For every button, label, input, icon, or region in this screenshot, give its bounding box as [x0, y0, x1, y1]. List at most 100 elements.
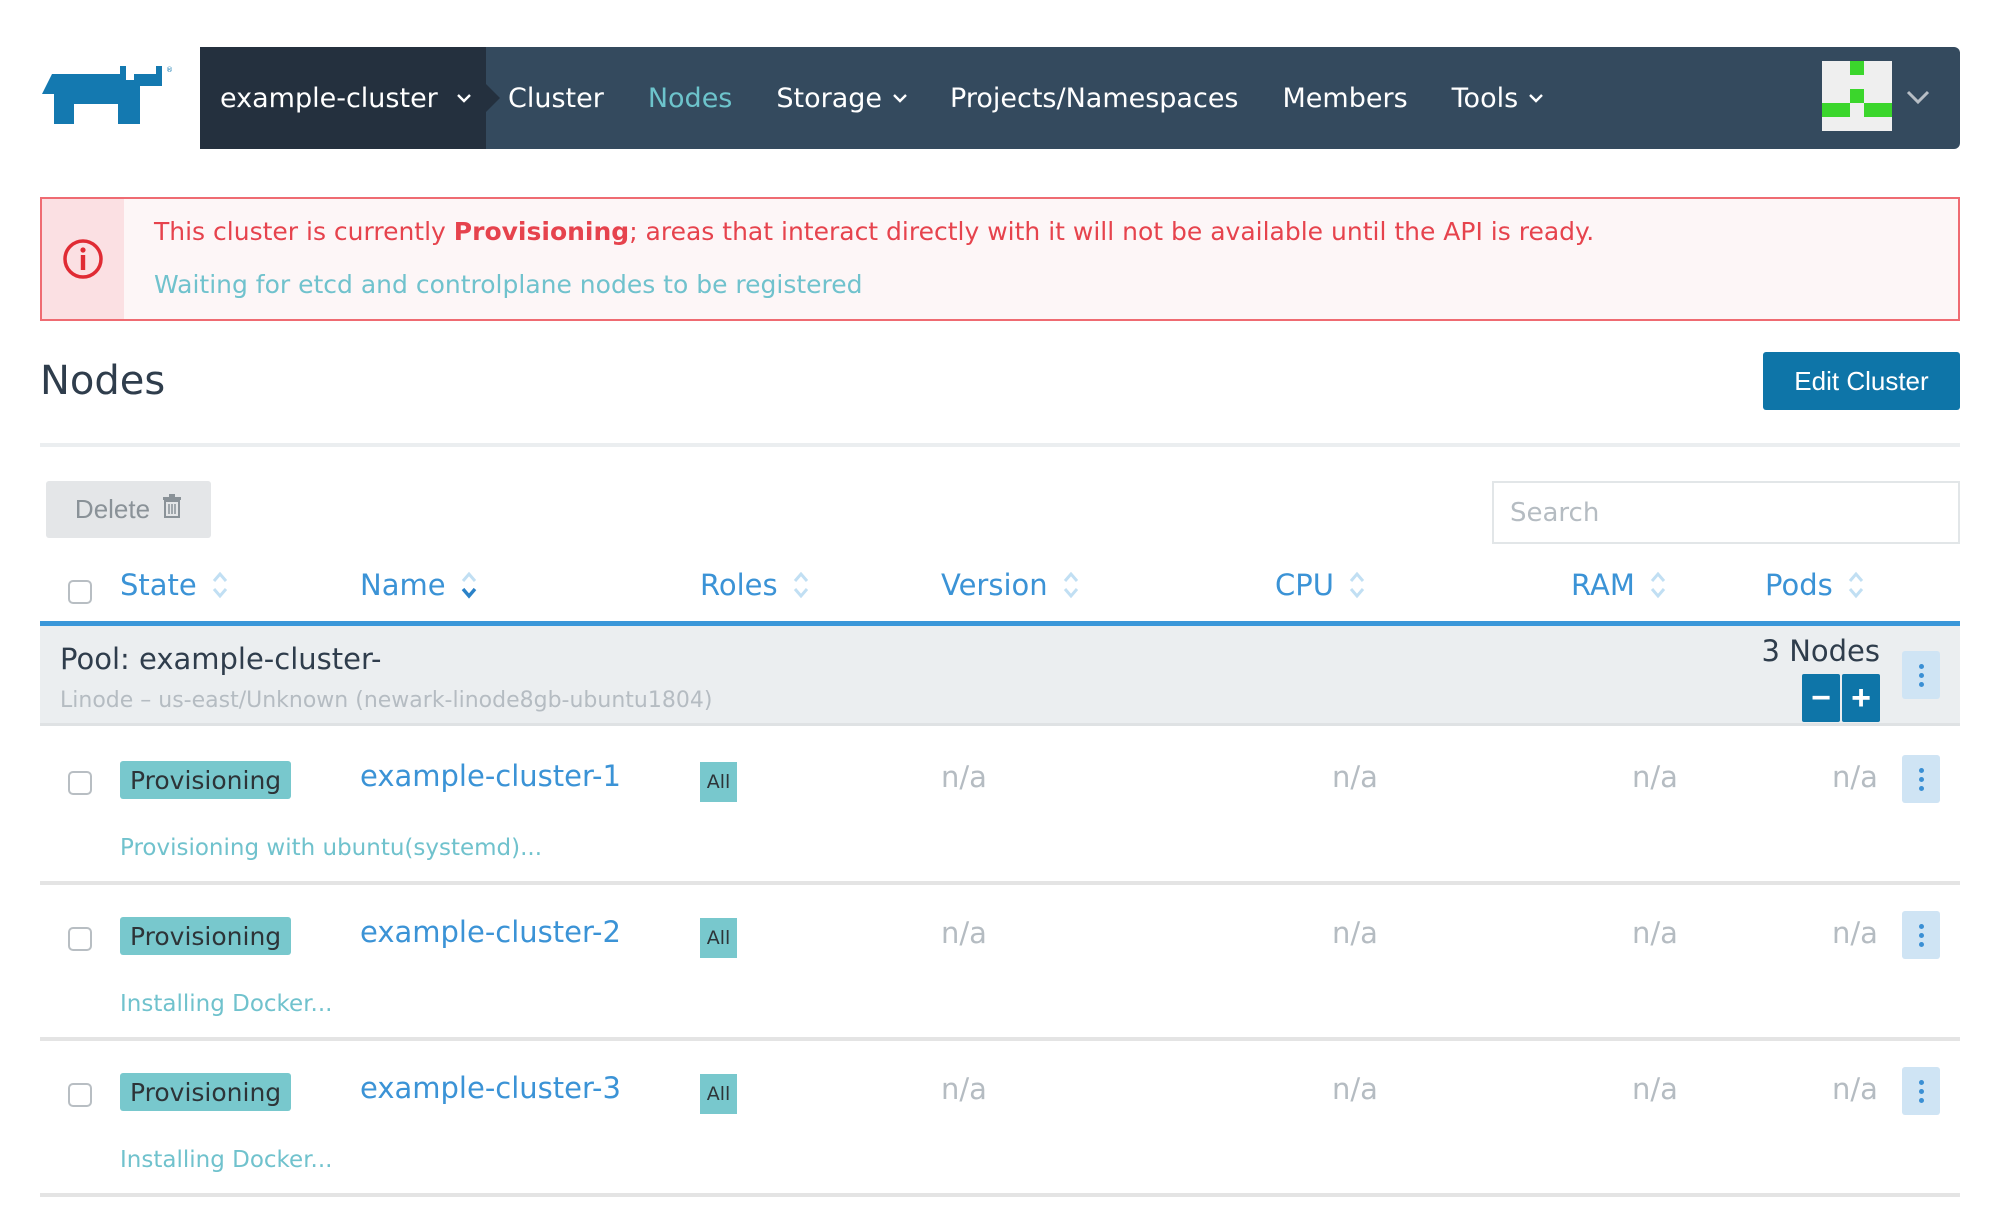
- pods-value: n/a: [1832, 916, 1878, 950]
- node-pool-row: Pool: example-cluster- Linode – us-east/…: [40, 626, 1960, 726]
- column-header-version[interactable]: Version: [941, 568, 1080, 602]
- cluster-selector[interactable]: example-cluster: [200, 47, 500, 149]
- alert-body: This cluster is currently Provisioning; …: [124, 199, 1594, 319]
- state-badge: Provisioning: [120, 917, 292, 955]
- nav-item-projects-namespaces[interactable]: Projects/Namespaces: [950, 83, 1238, 114]
- edit-cluster-button[interactable]: Edit Cluster: [1763, 352, 1960, 410]
- alert-text: This cluster is currently: [154, 217, 454, 246]
- row-checkbox[interactable]: [68, 771, 92, 795]
- column-label: Roles: [700, 568, 778, 602]
- node-name-link[interactable]: example-cluster-3: [360, 1071, 621, 1105]
- avatar-pixel: [1822, 103, 1850, 117]
- version-value: n/a: [941, 916, 987, 950]
- cpu-value: n/a: [1332, 1072, 1378, 1106]
- avatar-pixel: [1850, 89, 1864, 103]
- pool-title: Pool: example-cluster-: [60, 642, 382, 676]
- row-status-message: Installing Docker...: [120, 991, 333, 1017]
- column-label: CPU: [1275, 568, 1334, 602]
- page-title: Nodes: [40, 358, 166, 404]
- version-value: n/a: [941, 1072, 987, 1106]
- nav-item-cluster[interactable]: Cluster: [508, 83, 604, 114]
- alert-message: This cluster is currently Provisioning; …: [154, 217, 1594, 246]
- cluster-selector-label: example-cluster: [220, 82, 438, 114]
- user-avatar[interactable]: [1822, 61, 1892, 131]
- sort-icon: [1649, 569, 1667, 601]
- rancher-logo[interactable]: ®: [40, 64, 176, 130]
- row-actions-kebab-icon[interactable]: [1902, 1067, 1940, 1115]
- row-checkbox[interactable]: [68, 1083, 92, 1107]
- sort-icon: [1847, 569, 1865, 601]
- column-header-roles[interactable]: Roles: [700, 568, 810, 602]
- state-badge: Provisioning: [120, 1073, 292, 1111]
- kebab-dot: [1918, 663, 1924, 669]
- nav-item-label: Projects/Namespaces: [950, 82, 1239, 114]
- row-actions-kebab-icon[interactable]: [1902, 911, 1940, 959]
- sort-icon: [792, 569, 810, 601]
- table-row: Provisioning example-cluster-3 All n/a n…: [40, 1041, 1960, 1197]
- column-label: Version: [941, 568, 1048, 602]
- nav-item-members[interactable]: Members: [1283, 83, 1408, 114]
- role-badge: All: [700, 762, 737, 802]
- sort-descending-icon: [460, 569, 478, 601]
- nav-item-nodes[interactable]: Nodes: [648, 83, 733, 114]
- rancher-cow-logo-icon: ®: [42, 66, 173, 124]
- row-actions-kebab-icon[interactable]: [1902, 755, 1940, 803]
- nav-item-label: Members: [1282, 82, 1408, 114]
- kebab-dot: [1918, 776, 1924, 782]
- alert-detail: Waiting for etcd and controlplane nodes …: [154, 270, 863, 299]
- role-badge: All: [700, 918, 737, 958]
- user-menu-chevron-icon[interactable]: [1904, 83, 1932, 111]
- scale-up-button[interactable]: +: [1842, 674, 1880, 722]
- table-row: Provisioning example-cluster-1 All n/a n…: [40, 729, 1960, 885]
- column-header-name[interactable]: Name: [360, 568, 478, 602]
- delete-button[interactable]: Delete: [46, 481, 211, 538]
- row-status-message: Provisioning with ubuntu(systemd)...: [120, 835, 543, 861]
- kebab-dot: [1918, 785, 1924, 791]
- alert-text: ; areas that interact directly with it w…: [629, 217, 1595, 246]
- nav-item-label: Cluster: [508, 82, 604, 114]
- column-header-state[interactable]: State: [120, 568, 229, 602]
- scale-down-button[interactable]: −: [1802, 674, 1840, 722]
- nav-item-label: Storage: [776, 82, 883, 114]
- nav-item-storage[interactable]: Storage: [776, 82, 907, 114]
- select-all-checkbox[interactable]: [68, 580, 92, 604]
- node-name-link[interactable]: example-cluster-2: [360, 915, 621, 949]
- column-header-pods[interactable]: Pods: [1765, 568, 1865, 602]
- nav-item-label: Tools: [1451, 82, 1519, 114]
- nav-item-label: Nodes: [647, 82, 733, 114]
- pods-value: n/a: [1832, 1072, 1878, 1106]
- info-circle-icon: [63, 239, 103, 279]
- ram-value: n/a: [1632, 916, 1678, 950]
- row-checkbox[interactable]: [68, 927, 92, 951]
- alert-icon-column: [42, 199, 124, 319]
- pool-node-count: 3 Nodes: [1761, 634, 1880, 668]
- search-input[interactable]: [1492, 481, 1960, 544]
- svg-text:®: ®: [166, 66, 173, 74]
- kebab-dot: [1918, 923, 1924, 929]
- state-badge: Provisioning: [120, 761, 292, 799]
- column-label: State: [120, 568, 197, 602]
- pool-actions-kebab-icon[interactable]: [1902, 651, 1940, 699]
- sort-icon: [1062, 569, 1080, 601]
- table-row: Provisioning example-cluster-2 All n/a n…: [40, 885, 1960, 1041]
- kebab-dot: [1918, 1079, 1924, 1085]
- avatar-pixel: [1864, 103, 1892, 117]
- ram-value: n/a: [1632, 1072, 1678, 1106]
- pool-scale-controls: − +: [1800, 674, 1880, 722]
- alert-status-bold: Provisioning: [453, 217, 630, 246]
- ram-value: n/a: [1632, 760, 1678, 794]
- sort-icon: [1348, 569, 1366, 601]
- column-header-cpu[interactable]: CPU: [1275, 568, 1366, 602]
- delete-label: Delete: [74, 494, 151, 524]
- nav-items: Cluster Nodes Storage Projects/Namespace…: [508, 83, 1586, 114]
- chevron-down-icon: [456, 91, 471, 105]
- nav-item-tools[interactable]: Tools: [1451, 82, 1544, 114]
- column-label: Pods: [1765, 568, 1833, 602]
- provisioning-alert: This cluster is currently Provisioning; …: [40, 197, 1960, 321]
- cpu-value: n/a: [1332, 916, 1378, 950]
- top-nav: example-cluster Cluster Nodes Storage Pr…: [200, 47, 1960, 149]
- node-name-link[interactable]: example-cluster-1: [360, 759, 621, 793]
- column-header-ram[interactable]: RAM: [1571, 568, 1667, 602]
- kebab-dot: [1918, 672, 1924, 678]
- kebab-dot: [1918, 681, 1924, 687]
